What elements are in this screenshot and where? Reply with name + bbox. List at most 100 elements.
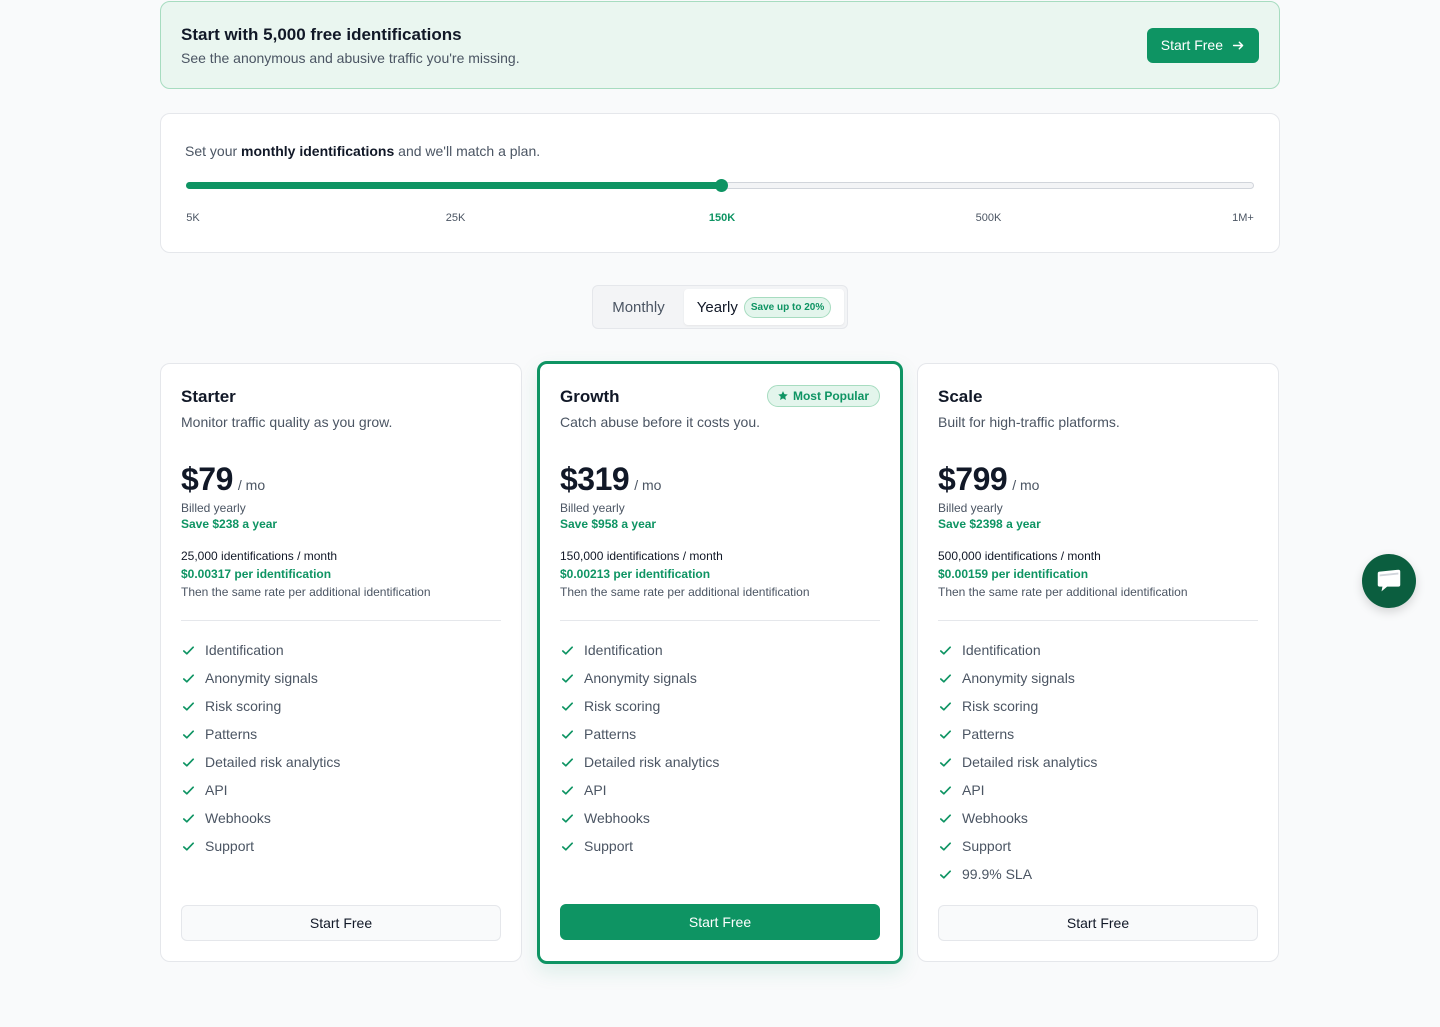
volume-slider-handle[interactable] — [715, 179, 728, 192]
check-icon — [939, 701, 952, 711]
plan-feature-item: Support — [181, 832, 340, 860]
plan-unit-rate: $0.00213 per identification — [560, 567, 711, 581]
slider-tick-25k[interactable]: 25K — [446, 212, 466, 224]
slider-tick-5k[interactable]: 5K — [186, 212, 199, 224]
plan-price-period: / mo — [237, 477, 266, 493]
plan-description: Built for high-traffic platforms. — [938, 414, 1120, 430]
plan-description: Catch abuse before it costs you. — [560, 414, 760, 430]
plan-feature-label: Anonymity signals — [584, 670, 697, 686]
plan-feature-label: Identification — [205, 642, 284, 658]
check-icon — [939, 841, 952, 851]
yearly-savings-badge: Save up to 20% — [743, 296, 832, 318]
plan-feature-item: 99.9% SLA — [938, 860, 1097, 888]
plan-feature-label: Patterns — [205, 726, 258, 742]
plan-billing-note: Billed yearly — [181, 501, 246, 515]
plan-feature-item: Support — [560, 832, 719, 860]
billing-yearly-label: Yearly — [696, 298, 738, 316]
star-icon — [778, 391, 788, 401]
slider-tick-150k[interactable]: 150K — [709, 212, 735, 224]
badge-label: Most Popular — [792, 389, 869, 403]
check-icon — [939, 785, 952, 795]
slider-prompt-suffix: and we'll match a plan. — [398, 143, 541, 159]
plan-feature-label: Webhooks — [205, 810, 271, 826]
plan-unit-rate: $0.00317 per identification — [181, 567, 332, 581]
plan-name: Starter — [181, 387, 236, 406]
plan-feature-item: Patterns — [560, 720, 719, 748]
plan-price-row: $799/ mo — [938, 461, 1039, 498]
plan-feature-label: 99.9% SLA — [962, 866, 1033, 882]
banner-start-free-button[interactable]: Start Free — [1146, 27, 1259, 63]
check-icon — [182, 841, 195, 851]
plan-feature-item: Patterns — [181, 720, 340, 748]
scale-start-free-button[interactable]: Start Free — [938, 905, 1258, 941]
billing-monthly-label: Monthly — [612, 298, 665, 316]
plan-feature-label: Webhooks — [962, 810, 1028, 826]
plan-unit-rate: $0.00159 per identification — [938, 567, 1089, 581]
check-icon — [182, 757, 195, 767]
check-icon — [561, 841, 574, 851]
plan-rate-note: Then the same rate per additional identi… — [938, 585, 1188, 599]
promo-banner-title: Start with 5,000 free identifications — [181, 24, 462, 44]
plan-divider — [560, 620, 880, 621]
plan-feature-list: Identification Anonymity signals Risk scor… — [181, 636, 340, 860]
plan-quota: 25,000 identifications / month — [181, 549, 338, 563]
check-icon — [182, 701, 195, 711]
plan-card-growth: Growth Most Popular Catch abuse before it … — [537, 361, 903, 964]
plan-feature-item: Identification — [938, 636, 1097, 664]
plan-rate-note: Then the same rate per additional identi… — [560, 585, 810, 599]
plan-price: $319 — [560, 461, 630, 497]
plan-feature-label: Webhooks — [584, 810, 650, 826]
plan-feature-label: Anonymity signals — [205, 670, 318, 686]
plan-feature-label: Identification — [962, 642, 1041, 658]
plan-feature-item: Risk scoring — [560, 692, 719, 720]
growth-start-free-button[interactable]: Start Free — [560, 904, 880, 940]
check-icon — [561, 729, 574, 739]
plan-feature-label: Risk scoring — [205, 698, 282, 714]
plan-feature-label: Detailed risk analytics — [584, 754, 720, 770]
promo-banner-subtitle: See the anonymous and abusive traffic yo… — [181, 49, 520, 66]
chat-launcher-button[interactable] — [1362, 554, 1416, 608]
plan-feature-item: Anonymity signals — [181, 664, 340, 692]
check-icon — [182, 729, 195, 739]
plan-feature-item: Webhooks — [181, 804, 340, 832]
plan-feature-label: Patterns — [584, 726, 637, 742]
plan-feature-label: Support — [584, 838, 634, 854]
billing-monthly-option[interactable]: Monthly — [596, 289, 681, 325]
plan-divider — [938, 620, 1258, 621]
slider-prompt: Set your monthly identifications and we'… — [185, 143, 540, 159]
plan-name: Scale — [938, 387, 983, 406]
plan-feature-item: API — [181, 776, 340, 804]
plan-feature-label: Patterns — [962, 726, 1015, 742]
slider-tick-1mplus[interactable]: 1M+ — [1232, 212, 1254, 224]
check-icon — [561, 813, 574, 823]
starter-start-free-button[interactable]: Start Free — [181, 905, 501, 941]
plan-price-row: $319/ mo — [560, 461, 661, 498]
check-icon — [561, 673, 574, 683]
volume-slider-fill — [186, 182, 721, 189]
plan-savings: Save $2398 a year — [938, 517, 1041, 531]
plan-feature-item: Risk scoring — [938, 692, 1097, 720]
billing-yearly-option[interactable]: Yearly Save up to 20% — [683, 289, 844, 325]
plan-billing-note: Billed yearly — [938, 501, 1003, 515]
plan-feature-label: Detailed risk analytics — [962, 754, 1098, 770]
plan-feature-label: API — [584, 782, 607, 798]
plan-feature-list: Identification Anonymity signals Risk scor… — [938, 636, 1097, 888]
plan-feature-item: Detailed risk analytics — [560, 748, 719, 776]
plan-feature-label: Identification — [584, 642, 663, 658]
plan-feature-label: Risk scoring — [962, 698, 1039, 714]
plan-feature-item: Risk scoring — [181, 692, 340, 720]
plan-price-period: / mo — [634, 477, 662, 493]
plan-savings: Save $958 a year — [560, 517, 657, 531]
plan-divider — [181, 620, 501, 621]
plan-quota: 150,000 identifications / month — [560, 549, 723, 563]
plan-feature-item: Patterns — [938, 720, 1097, 748]
slider-tick-500k[interactable]: 500K — [976, 212, 1002, 224]
plan-feature-item: Detailed risk analytics — [938, 748, 1097, 776]
check-icon — [182, 673, 195, 683]
volume-slider-track[interactable] — [186, 179, 1254, 192]
plan-rate-note: Then the same rate per additional identi… — [181, 585, 431, 599]
plan-feature-label: Support — [205, 838, 255, 854]
plan-feature-label: Detailed risk analytics — [205, 754, 341, 770]
plan-price: $79 — [181, 461, 233, 497]
check-icon — [182, 645, 195, 655]
